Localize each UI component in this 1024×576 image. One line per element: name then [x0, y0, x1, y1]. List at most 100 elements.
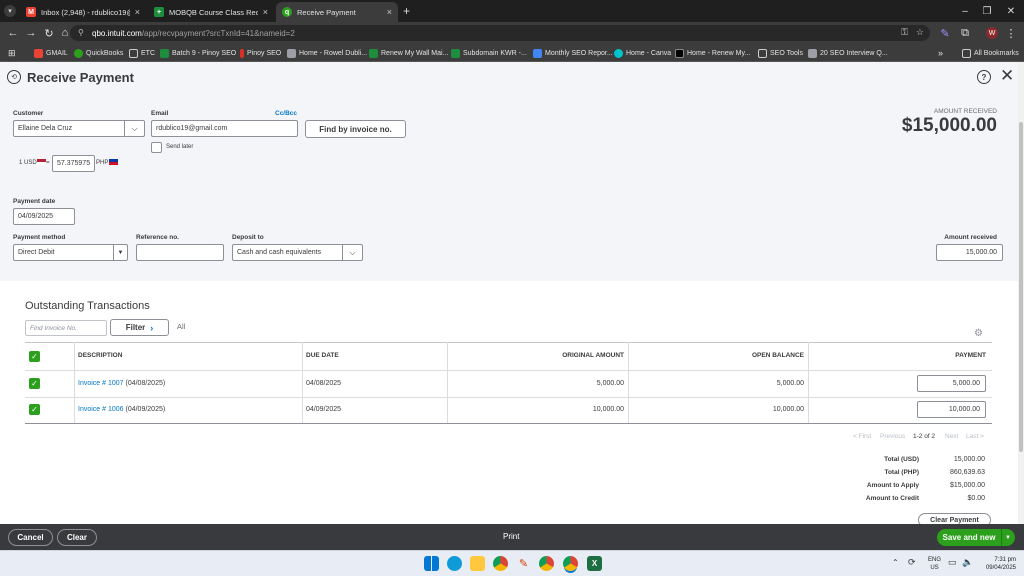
tab-search-icon[interactable]: ▾: [4, 5, 16, 17]
more-bookmarks-icon[interactable]: »: [938, 47, 943, 59]
amount-received-field[interactable]: 15,000.00: [936, 244, 1003, 261]
help-icon[interactable]: ?: [977, 70, 991, 84]
language-code: ENG: [928, 557, 942, 563]
reload-icon[interactable]: ↻: [42, 26, 56, 40]
chevron-up-icon[interactable]: ⌃: [892, 558, 899, 567]
gear-icon[interactable]: ⚙: [974, 328, 983, 339]
send-later-checkbox[interactable]: [151, 142, 162, 153]
cancel-button[interactable]: Cancel: [8, 529, 53, 546]
pager-previous[interactable]: Previous: [880, 433, 905, 440]
chrome-profile-icon[interactable]: [539, 556, 554, 571]
close-icon[interactable]: ×: [263, 7, 268, 17]
bookmark-gmail[interactable]: GMAIL: [34, 47, 68, 59]
apps-icon[interactable]: ⊞: [8, 47, 16, 59]
bookmark-batch9[interactable]: Batch 9 - Pinoy SEO: [160, 47, 236, 59]
clear-button[interactable]: Clear: [57, 529, 97, 546]
table-row-due-date: 04/09/2025: [306, 406, 342, 413]
extension-pen-icon[interactable]: ✎: [938, 26, 952, 40]
browser-tab-sheets[interactable]: + MOBQB Course Class Record- ... ×: [148, 2, 274, 22]
all-bookmarks[interactable]: All Bookmarks: [962, 47, 1019, 59]
bookmark-subdomain[interactable]: Subdomain KWR -...: [451, 47, 527, 59]
close-icon[interactable]: ×: [135, 7, 140, 17]
filter-button[interactable]: Filter ›: [110, 319, 169, 336]
scrollbar-thumb[interactable]: [1019, 122, 1023, 452]
invoice-link[interactable]: Invoice # 1007: [78, 380, 124, 387]
payment-header-panel: ⟲ Receive Payment Customer Ellaine Dela …: [0, 62, 1018, 281]
caret-down-icon[interactable]: ▼: [113, 245, 127, 260]
file-explorer-icon[interactable]: [470, 556, 485, 571]
edge-icon[interactable]: [447, 556, 462, 571]
customer-select[interactable]: Ellaine Dela Cruz ⌵: [13, 120, 145, 137]
password-key-icon[interactable]: ⚿: [901, 27, 908, 38]
excel-icon[interactable]: X: [587, 556, 602, 571]
amount-received-value: 15,000.00: [965, 249, 997, 256]
sync-icon[interactable]: ⟳: [908, 557, 916, 568]
email-field[interactable]: rdublico19@gmail.com: [151, 120, 298, 137]
bookmark-home-renew[interactable]: Home - Renew My...: [675, 47, 750, 59]
payment-method-select[interactable]: Direct Debit ▼: [13, 244, 128, 261]
save-and-new-button[interactable]: Save and new ▼: [937, 529, 1015, 546]
payment-input[interactable]: 5,000.00: [917, 375, 986, 392]
extensions-icon[interactable]: ⧉: [958, 26, 972, 40]
chevron-down-icon[interactable]: ⌵: [124, 121, 144, 136]
payment-input[interactable]: 10,000.00: [917, 401, 986, 418]
bookmark-seo-interview[interactable]: 20 SEO Interview Q...: [808, 47, 888, 59]
pager-next[interactable]: Next: [945, 433, 958, 440]
page-scrollbar[interactable]: [1018, 62, 1024, 524]
language-indicator[interactable]: ENG US: [928, 556, 941, 572]
volume-icon[interactable]: 🔈: [962, 557, 973, 568]
bookmark-home-rowel[interactable]: Home - Rowel Dubli...: [287, 47, 367, 59]
chrome-icon[interactable]: [493, 556, 508, 571]
invoice-link[interactable]: Invoice # 1006: [78, 406, 124, 413]
row-checkbox[interactable]: ✓: [29, 378, 40, 389]
bookmark-seo-tools[interactable]: SEO Tools: [758, 47, 803, 59]
column-header-original-amount[interactable]: ORIGINAL AMOUNT: [460, 352, 624, 359]
menu-icon[interactable]: ⋮: [1004, 26, 1018, 40]
history-icon[interactable]: ⟲: [7, 70, 21, 84]
bookmark-star-icon[interactable]: ☆: [916, 27, 924, 38]
column-header-due-date[interactable]: DUE DATE: [306, 352, 339, 359]
reference-field[interactable]: [136, 244, 224, 261]
find-invoice-input[interactable]: Find Invoice No.: [25, 320, 107, 336]
bookmark-monthly-seo[interactable]: Monthly SEO Repor...: [533, 47, 613, 59]
pager-first[interactable]: < First: [853, 433, 871, 440]
bookmark-canva[interactable]: Home - Canva: [614, 47, 671, 59]
cc-bcc-link[interactable]: Cc/Bcc: [275, 110, 297, 117]
payment-date-field[interactable]: 04/09/2025: [13, 208, 75, 225]
column-header-description[interactable]: DESCRIPTION: [78, 352, 122, 359]
pager-last[interactable]: Last >: [966, 433, 984, 440]
sheets-icon: [369, 48, 378, 58]
find-by-invoice-button[interactable]: Find by invoice no.: [305, 120, 406, 138]
payment-method-label: Payment method: [13, 234, 66, 241]
windows-start-icon[interactable]: [424, 556, 439, 571]
browser-tab-gmail[interactable]: M Inbox (2,948) - rdublico19@gm... ×: [20, 2, 146, 22]
column-header-payment[interactable]: PAYMENT: [820, 352, 986, 359]
back-icon[interactable]: ←: [6, 26, 20, 40]
exchange-rate-field[interactable]: 57.375975: [52, 155, 95, 172]
chevron-down-icon[interactable]: ⌵: [342, 245, 362, 260]
print-button[interactable]: Print: [503, 532, 519, 541]
close-icon[interactable]: ✕: [1000, 66, 1014, 86]
bookmark-renew-wall[interactable]: Renew My Wall Mai...: [369, 47, 448, 59]
forward-icon[interactable]: →: [24, 26, 38, 40]
bookmark-pinoy-seo[interactable]: Pinoy SEO: [240, 47, 281, 59]
browser-tab-receive-payment[interactable]: q Receive Payment ×: [276, 2, 398, 22]
select-all-checkbox[interactable]: ✓: [29, 351, 40, 362]
profile-avatar[interactable]: W: [986, 27, 998, 39]
paint-icon[interactable]: ✎: [516, 556, 531, 571]
window-close-button[interactable]: ✕: [996, 0, 1024, 22]
caret-down-icon[interactable]: ▼: [1001, 529, 1011, 546]
network-icon[interactable]: ▭: [948, 557, 957, 568]
site-info-icon[interactable]: ⚲: [78, 28, 84, 37]
close-icon[interactable]: ×: [387, 7, 392, 17]
bookmark-etc[interactable]: ETC: [129, 47, 155, 59]
clock[interactable]: 7:31 pm 09/04/2025: [978, 556, 1016, 572]
new-tab-button[interactable]: +: [403, 4, 410, 18]
row-checkbox[interactable]: ✓: [29, 404, 40, 415]
address-bar[interactable]: ⚲ qbo.intuit.com/app/recvpayment?srcTxnI…: [70, 25, 930, 41]
bookmark-label: QuickBooks: [86, 49, 124, 57]
deposit-to-select[interactable]: Cash and cash equivalents ⌵: [232, 244, 363, 261]
column-header-open-balance[interactable]: OPEN BALANCE: [640, 352, 804, 359]
chrome-active-icon[interactable]: [563, 556, 578, 571]
bookmark-quickbooks[interactable]: QuickBooks: [74, 47, 123, 59]
